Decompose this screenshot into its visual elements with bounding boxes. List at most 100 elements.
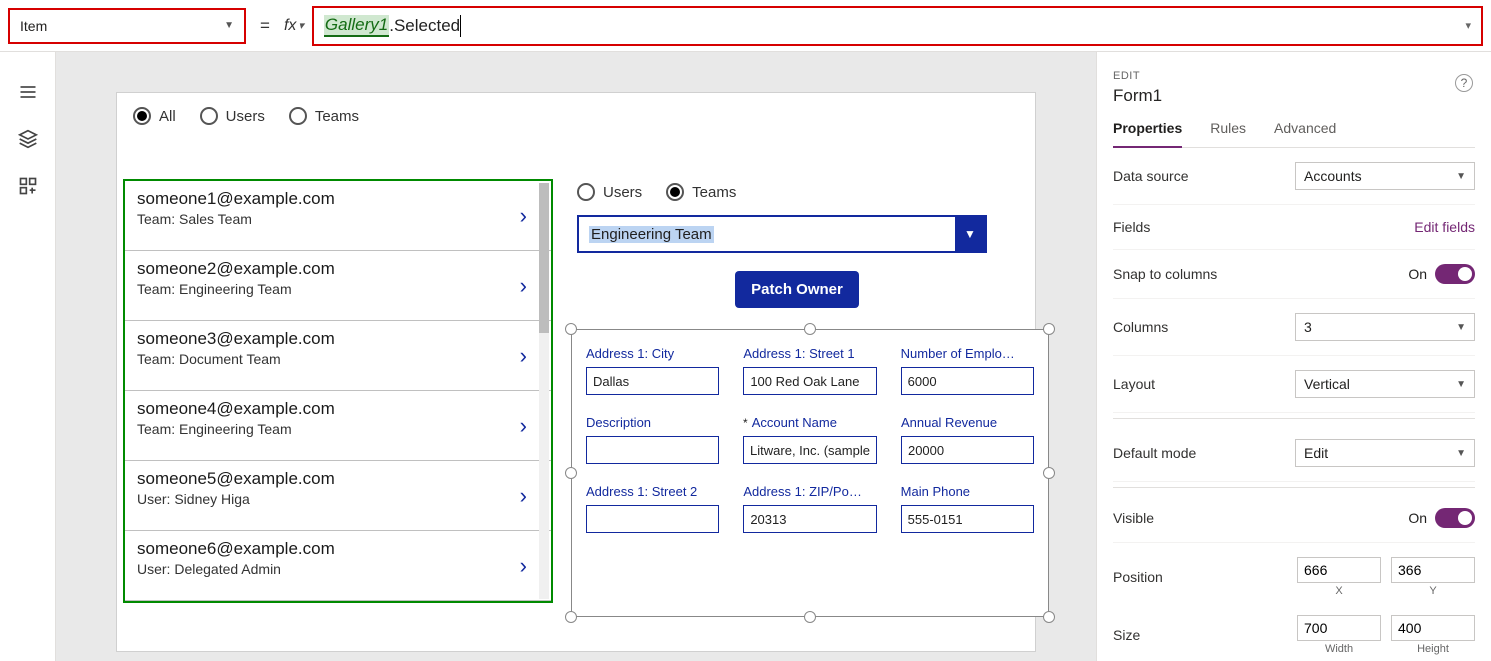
- gallery-item[interactable]: someone5@example.com User: Sidney Higa ›: [125, 461, 551, 531]
- form1-selection[interactable]: Address 1: City Dallas Address 1: Street …: [571, 329, 1049, 617]
- form-field-input[interactable]: 20000: [901, 436, 1034, 464]
- property-dropdown-value: Item: [20, 18, 47, 34]
- form-field-input[interactable]: 555-0151: [901, 505, 1034, 533]
- radio-all[interactable]: All: [133, 107, 176, 125]
- chevron-down-icon: ▾: [298, 19, 304, 32]
- size-height-input[interactable]: [1391, 615, 1475, 641]
- gallery-item-subtitle: Team: Engineering Team: [137, 281, 539, 297]
- form-field: Address 1: City Dallas: [586, 346, 719, 395]
- apps-icon[interactable]: [18, 176, 38, 199]
- size-width-input[interactable]: [1297, 615, 1381, 641]
- chevron-down-icon[interactable]: ▾: [1465, 19, 1471, 32]
- resize-handle[interactable]: [565, 467, 577, 479]
- help-icon[interactable]: ?: [1455, 74, 1473, 92]
- chevron-down-icon: ▼: [224, 20, 234, 31]
- radio-users-2[interactable]: Users: [577, 183, 642, 201]
- gallery-item-title: someone2@example.com: [137, 259, 539, 279]
- position-x-input[interactable]: [1297, 557, 1381, 583]
- form-field-label: *Account Name: [743, 415, 877, 430]
- chevron-right-icon[interactable]: ›: [520, 273, 527, 299]
- gallery-item[interactable]: someone2@example.com Team: Engineering T…: [125, 251, 551, 321]
- form-field-input[interactable]: 20313: [743, 505, 876, 533]
- gallery-item-subtitle: Team: Engineering Team: [137, 421, 539, 437]
- form-field: *Account Name Litware, Inc. (sample: [743, 415, 877, 464]
- chevron-right-icon[interactable]: ›: [520, 343, 527, 369]
- resize-handle[interactable]: [1043, 611, 1055, 623]
- form-field-input[interactable]: [586, 436, 719, 464]
- form-field-label: Annual Revenue: [901, 415, 1034, 430]
- chevron-right-icon[interactable]: ›: [520, 203, 527, 229]
- default-mode-dropdown[interactable]: Edit ▼: [1295, 439, 1475, 467]
- gallery-item[interactable]: someone3@example.com Team: Document Team…: [125, 321, 551, 391]
- fx-button[interactable]: fx ▾: [284, 8, 304, 44]
- gallery-item[interactable]: someone4@example.com Team: Engineering T…: [125, 391, 551, 461]
- canvas-right-column: Users Teams Engineering Team ▼ Patch Own…: [577, 183, 1017, 308]
- resize-handle[interactable]: [804, 611, 816, 623]
- scroll-thumb[interactable]: [539, 183, 549, 333]
- form-field-label: Address 1: Street 2: [586, 484, 719, 499]
- gallery-item-title: someone4@example.com: [137, 399, 539, 419]
- radio-teams[interactable]: Teams: [289, 107, 359, 125]
- chevron-down-icon[interactable]: ▼: [955, 217, 985, 251]
- form-field-input[interactable]: [586, 505, 719, 533]
- form-field: Address 1: Street 1 100 Red Oak Lane: [743, 346, 876, 395]
- form-field-label: Address 1: ZIP/Po…: [743, 484, 876, 499]
- layers-icon[interactable]: [18, 129, 38, 152]
- chevron-right-icon[interactable]: ›: [520, 553, 527, 579]
- resize-handle[interactable]: [804, 323, 816, 335]
- radio-users[interactable]: Users: [200, 107, 265, 125]
- scrollbar[interactable]: [539, 183, 549, 599]
- form-row: Address 1: Street 2 Address 1: ZIP/Po… 2…: [586, 484, 1034, 533]
- panel-tabs: Properties Rules Advanced: [1113, 120, 1475, 148]
- prop-default-mode: Default mode Edit ▼: [1113, 425, 1475, 482]
- data-source-dropdown[interactable]: Accounts ▼: [1295, 162, 1475, 190]
- prop-visible: Visible On: [1113, 494, 1475, 543]
- chevron-down-icon: ▼: [1456, 171, 1466, 182]
- form-field-input[interactable]: 6000: [901, 367, 1034, 395]
- tab-advanced[interactable]: Advanced: [1274, 120, 1336, 147]
- resize-handle[interactable]: [1043, 323, 1055, 335]
- equals-sign: =: [254, 16, 276, 36]
- canvas-area[interactable]: All Users Teams someone1@example.com Tea…: [56, 52, 1096, 661]
- resize-handle[interactable]: [565, 323, 577, 335]
- chevron-right-icon[interactable]: ›: [520, 483, 527, 509]
- form-field: Address 1: ZIP/Po… 20313: [743, 484, 876, 533]
- columns-dropdown[interactable]: 3 ▼: [1295, 313, 1475, 341]
- gallery1[interactable]: someone1@example.com Team: Sales Team ›s…: [123, 179, 553, 603]
- main-area: All Users Teams someone1@example.com Tea…: [0, 52, 1491, 661]
- form1: Address 1: City Dallas Address 1: Street …: [571, 329, 1049, 617]
- visible-toggle[interactable]: [1435, 508, 1475, 528]
- gallery-item-title: someone5@example.com: [137, 469, 539, 489]
- form-field-input[interactable]: Litware, Inc. (sample: [743, 436, 877, 464]
- gallery-item-subtitle: User: Delegated Admin: [137, 561, 539, 577]
- formula-input[interactable]: Gallery1 .Selected ▾: [312, 6, 1483, 46]
- tab-rules[interactable]: Rules: [1210, 120, 1246, 147]
- layout-dropdown[interactable]: Vertical ▼: [1295, 370, 1475, 398]
- formula-highlight: Gallery1: [324, 15, 389, 37]
- combo-value: Engineering Team: [589, 226, 714, 243]
- resize-handle[interactable]: [565, 611, 577, 623]
- form-field-input[interactable]: 100 Red Oak Lane: [743, 367, 876, 395]
- form-field: Annual Revenue 20000: [901, 415, 1034, 464]
- radio-teams-2[interactable]: Teams: [666, 183, 736, 201]
- tab-properties[interactable]: Properties: [1113, 120, 1182, 148]
- form-field-input[interactable]: Dallas: [586, 367, 719, 395]
- filter-radio-group: All Users Teams: [117, 93, 1035, 139]
- snap-toggle[interactable]: [1435, 264, 1475, 284]
- chevron-down-icon: ▼: [1456, 322, 1466, 333]
- hamburger-icon[interactable]: [18, 82, 38, 105]
- gallery-item-subtitle: Team: Sales Team: [137, 211, 539, 227]
- prop-snap-to-columns: Snap to columns On: [1113, 250, 1475, 299]
- gallery-item[interactable]: someone6@example.com User: Delegated Adm…: [125, 531, 551, 601]
- position-y-input[interactable]: [1391, 557, 1475, 583]
- chevron-right-icon[interactable]: ›: [520, 413, 527, 439]
- form-row: Description *Account Name Litware, Inc. …: [586, 415, 1034, 464]
- edit-fields-link[interactable]: Edit fields: [1414, 219, 1475, 235]
- resize-handle[interactable]: [1043, 467, 1055, 479]
- patch-owner-button[interactable]: Patch Owner: [735, 271, 859, 308]
- property-dropdown[interactable]: Item ▼: [8, 8, 246, 44]
- team-combobox[interactable]: Engineering Team ▼: [577, 215, 987, 253]
- app-canvas: All Users Teams someone1@example.com Tea…: [116, 92, 1036, 652]
- text-cursor: [460, 15, 461, 37]
- gallery-item[interactable]: someone1@example.com Team: Sales Team ›: [125, 181, 551, 251]
